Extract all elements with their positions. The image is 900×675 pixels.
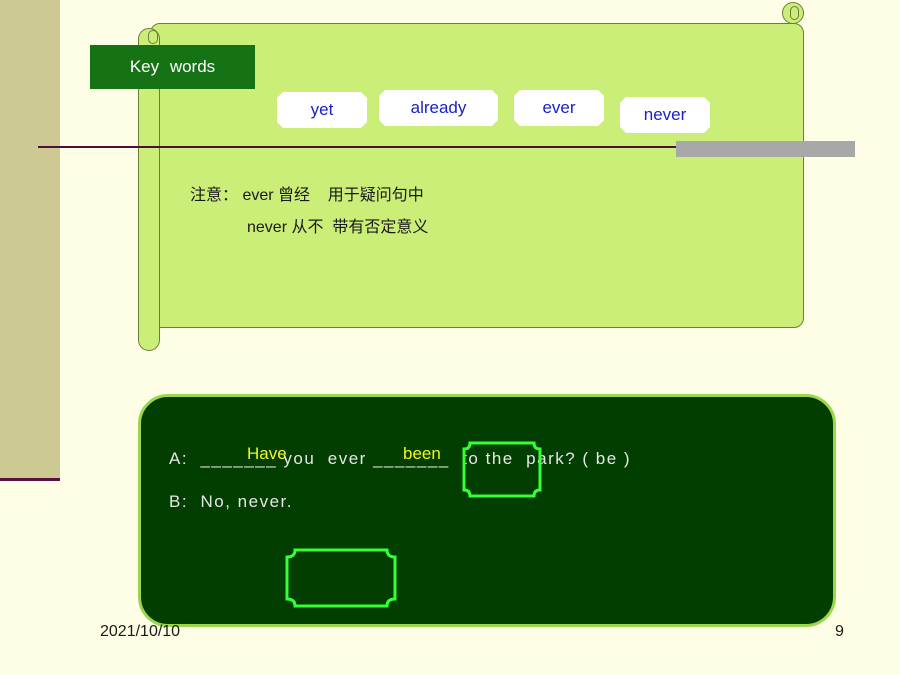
- left-decor-bar: [0, 0, 60, 480]
- scroll-top-curl: [790, 6, 799, 20]
- page-number: 9: [835, 623, 844, 640]
- word-card-never[interactable]: never: [620, 97, 710, 133]
- note-line-ever: 注意： ever 曾经 用于疑问句中: [190, 187, 424, 204]
- answer-frame-top[interactable]: [462, 441, 542, 498]
- word-card-already[interactable]: already: [379, 90, 498, 126]
- word-card-yet[interactable]: yet: [277, 92, 367, 128]
- dialogue-line-a: A: _______ you ever _______ to the park?…: [169, 449, 632, 468]
- footer-date: 2021/10/10: [100, 623, 181, 640]
- answer-have: Have: [247, 444, 287, 463]
- left-decor-line: [0, 478, 60, 481]
- scroll-left-curl: [148, 30, 158, 44]
- dialogue-line-b: B: No, never.: [169, 492, 293, 511]
- note-line-never: never 从不 带有否定意义: [247, 219, 429, 236]
- word-card-ever[interactable]: ever: [514, 90, 604, 126]
- key-words-label: Key words: [90, 45, 255, 89]
- answer-been: been: [403, 444, 441, 463]
- gray-accent-bar: [676, 141, 855, 157]
- answer-frame-bottom[interactable]: [285, 548, 397, 608]
